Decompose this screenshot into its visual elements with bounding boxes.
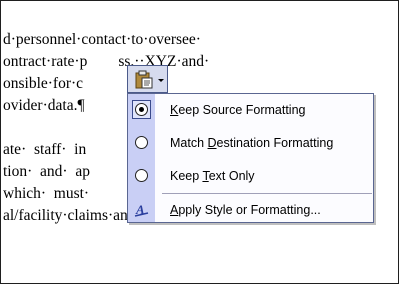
radio-icon	[134, 135, 149, 150]
menu-item-keep-source-formatting[interactable]: Keep Source Formatting	[128, 97, 373, 124]
clipboard-paste-icon	[135, 70, 153, 89]
document-line: ate· staff· in	[3, 141, 87, 158]
paste-options-menu: Keep Source Formatting Match Destination…	[127, 93, 374, 223]
document-window: d·personnel·contact·to·oversee· ontract·…	[0, 0, 399, 284]
paste-options-button[interactable]	[127, 65, 168, 93]
document-line: tion· and· ap	[3, 163, 90, 180]
chevron-down-icon	[158, 79, 164, 82]
radio-checked-icon	[132, 100, 151, 119]
document-line: ontract·rate·p ss.··XYZ·and·	[3, 53, 210, 70]
menu-item-label: Keep Text Only	[170, 169, 255, 183]
document-body: d·personnel·contact·to·oversee· ontract·…	[3, 29, 209, 227]
menu-item-match-destination-formatting[interactable]: Match Destination Formatting	[128, 130, 373, 157]
menu-item-keep-text-only[interactable]: Keep Text Only	[128, 163, 373, 190]
style-icon: A	[134, 202, 149, 217]
document-line: ovider·data.¶	[3, 97, 85, 114]
menu-item-label: Apply Style or Formatting...	[170, 203, 321, 217]
document-line: onsible·for·c	[3, 75, 84, 92]
radio-icon	[134, 168, 149, 183]
menu-item-label: Keep Source Formatting	[170, 103, 306, 117]
document-line: which· must·	[3, 185, 90, 202]
menu-item-label: Match Destination Formatting	[170, 136, 334, 150]
document-line: d·personnel·contact·to·oversee·	[3, 31, 201, 48]
menu-separator	[162, 193, 372, 194]
menu-item-apply-style-or-formatting[interactable]: A Apply Style or Formatting...	[128, 197, 373, 224]
